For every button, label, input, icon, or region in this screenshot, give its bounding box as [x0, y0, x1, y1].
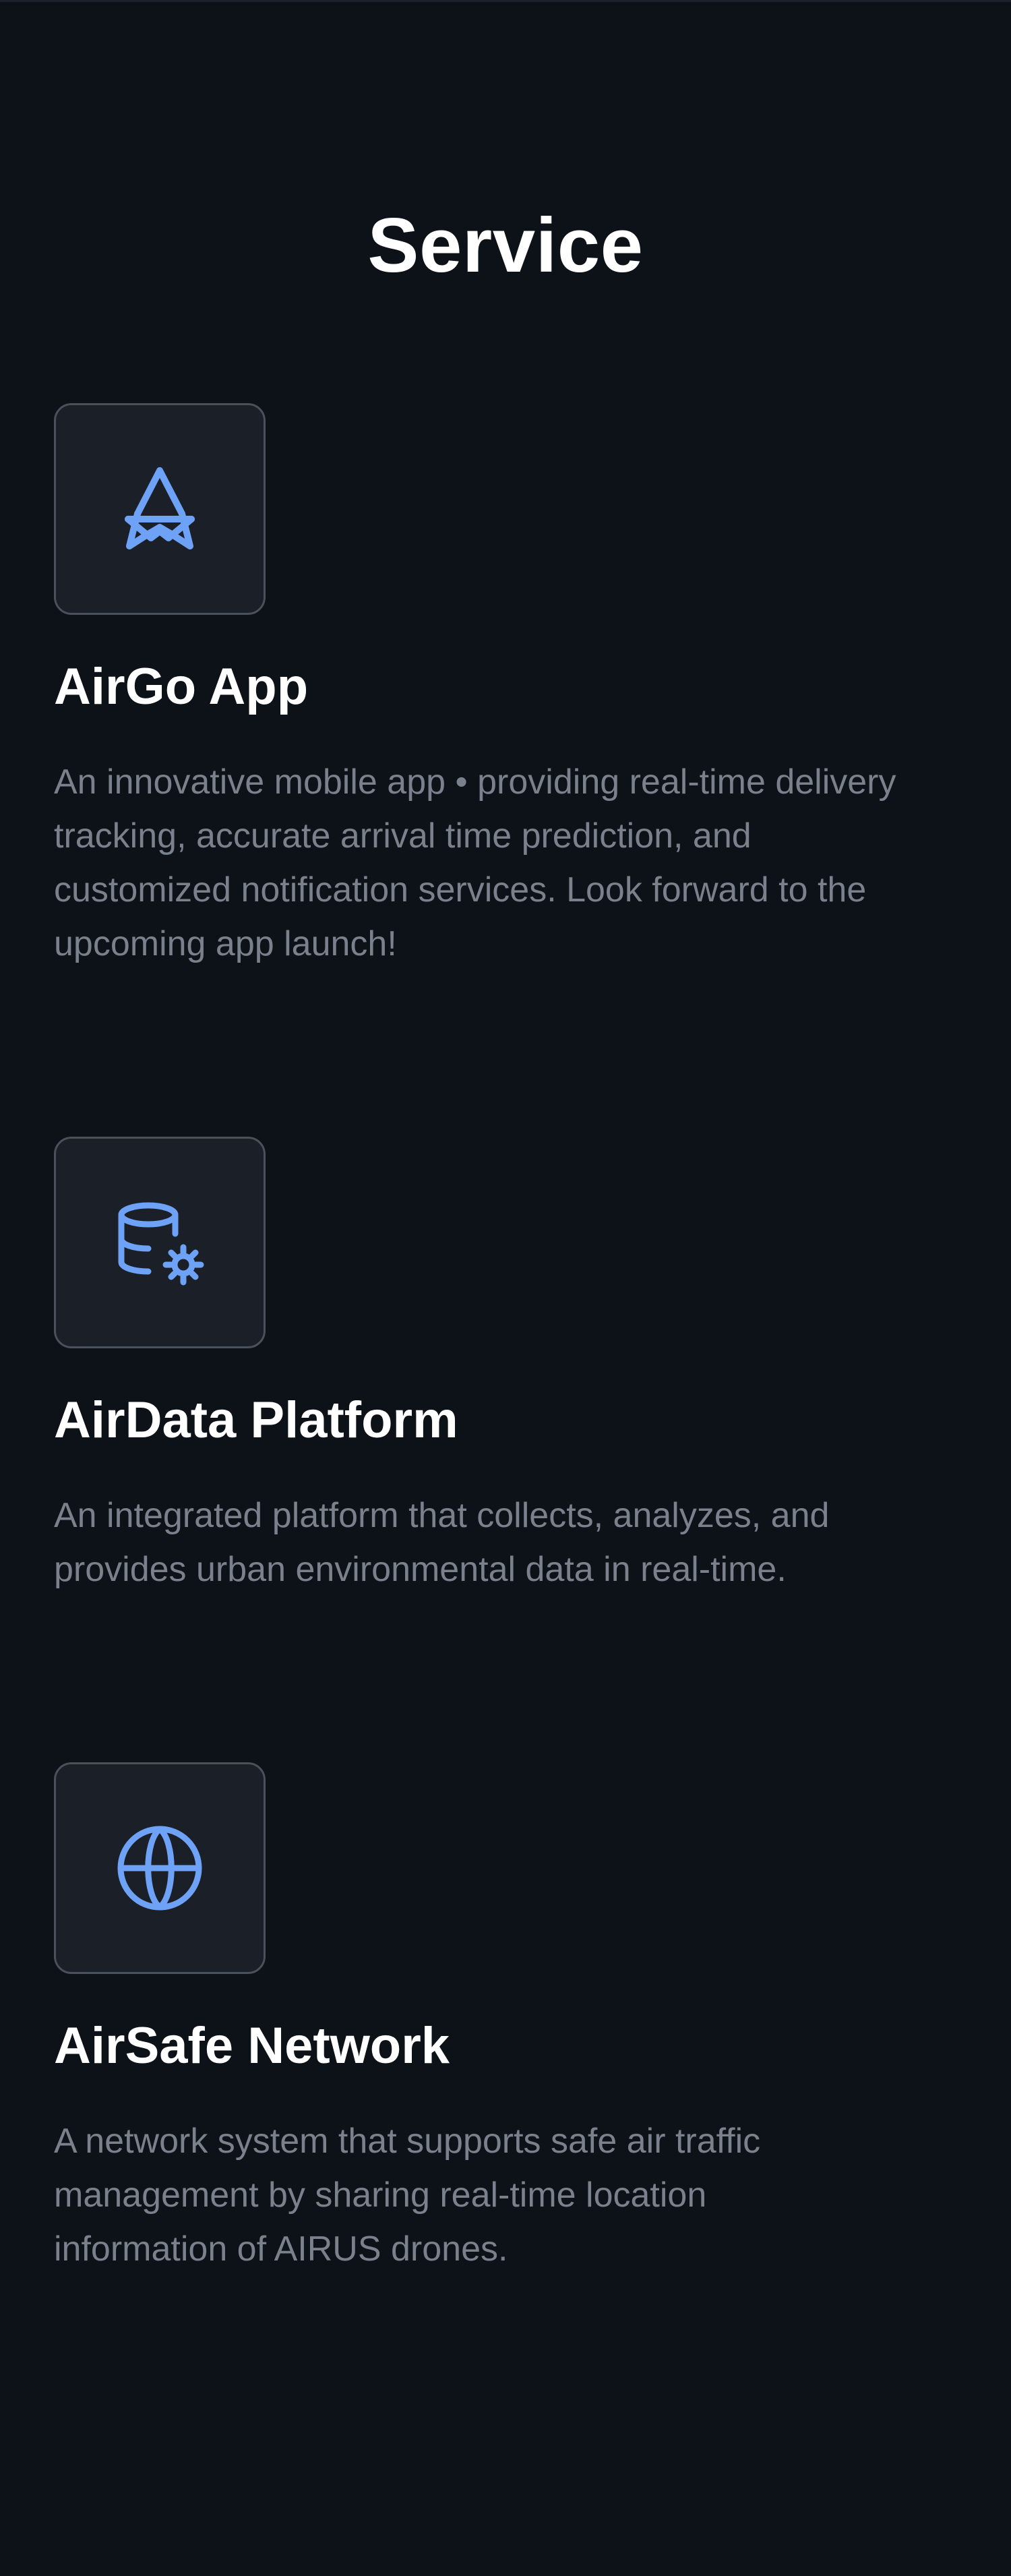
service-icon-box: [54, 1762, 266, 1974]
service-description: An integrated platform that collects, an…: [54, 1496, 830, 1589]
service-icon-box: [54, 403, 266, 615]
service-description: A network system that supports safe air …: [54, 2122, 761, 2269]
service-title: AirData Platform: [54, 1391, 458, 1449]
service-icon-box: [54, 1137, 266, 1348]
service-title: AirSafe Network: [54, 2017, 450, 2074]
page-title: Service: [367, 203, 644, 289]
star-icon: [125, 467, 195, 549]
globe-icon: [117, 1826, 202, 1911]
service-card-airgo-app: AirGo App An innovative mobile app • pro…: [54, 403, 957, 971]
service-description: An innovative mobile app • providing rea…: [54, 762, 896, 963]
service-title: AirGo App: [54, 658, 309, 715]
database-settings-icon: [118, 1202, 204, 1286]
service-page: Service AirGo App An innovative mobile a…: [0, 0, 1011, 2576]
service-card-airdata-platform: AirData Platform An integrated platform …: [54, 1137, 957, 1596]
service-card-airsafe-network: AirSafe Network A network system that su…: [54, 1762, 957, 2276]
